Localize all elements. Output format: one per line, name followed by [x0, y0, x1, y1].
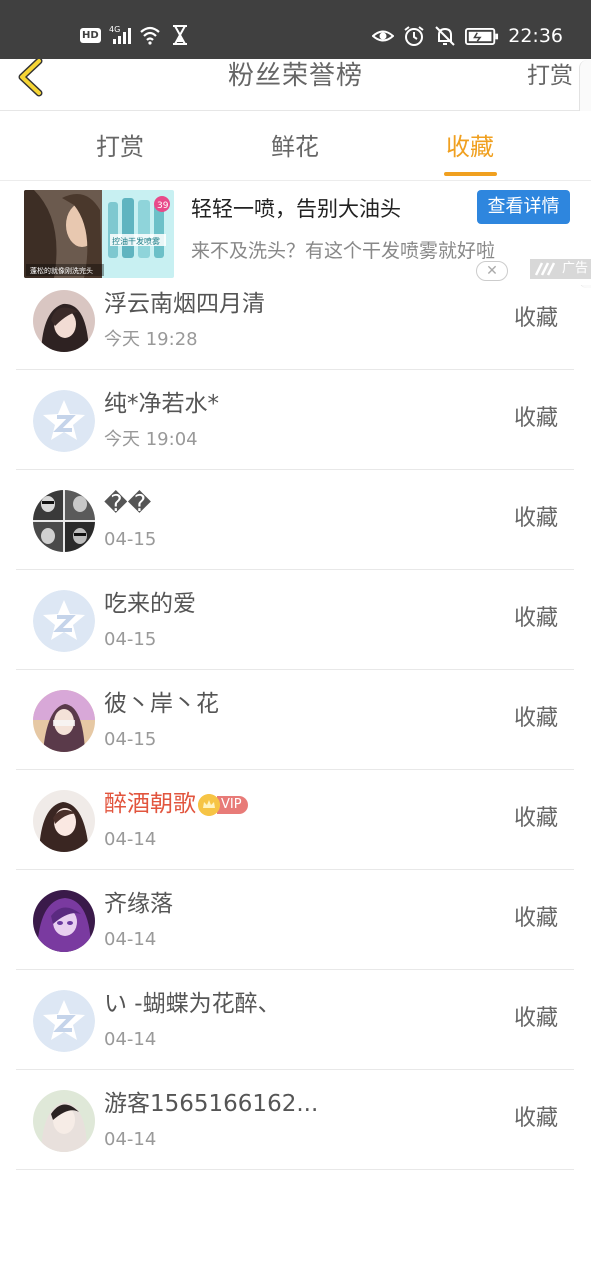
status-bar: HD 4G 22:36: [0, 0, 591, 59]
user-name: ��: [104, 491, 152, 517]
alarm-icon: [404, 26, 424, 46]
action-label: 收藏: [513, 506, 558, 531]
mute-icon: [435, 26, 455, 46]
ad-image-art: 39 控油干发喷雾 蓬松的就像刚洗完头: [24, 190, 174, 278]
svg-text:4G: 4G: [109, 25, 120, 34]
timestamp: 04-15: [104, 529, 157, 550]
tab-flowers[interactable]: 鲜花: [235, 131, 355, 163]
svg-text:控油干发喷雾: 控油干发喷雾: [112, 236, 160, 246]
tab-bar: 打赏 鲜花 收藏: [0, 111, 591, 181]
user-name: 齐缘落: [104, 891, 173, 917]
list-item[interactable]: 游客1565166162... 04-14 收藏: [16, 1070, 574, 1170]
tab-active-indicator: [444, 172, 497, 176]
list-item[interactable]: い -蝴蝶为花醉、 04-14 收藏: [16, 970, 574, 1070]
list-item[interactable]: �� 04-15 收藏: [16, 470, 574, 570]
avatar-photo: [33, 690, 95, 752]
action-label: 收藏: [513, 1006, 558, 1031]
timestamp: 04-14: [104, 1029, 157, 1050]
action-label: 收藏: [513, 406, 558, 431]
hourglass-icon: [172, 25, 187, 45]
action-label: 收藏: [513, 306, 558, 331]
timestamp: 今天 19:04: [104, 429, 198, 450]
timestamp: 04-15: [104, 629, 157, 650]
timestamp: 今天 19:28: [104, 329, 198, 350]
timestamp: 04-14: [104, 829, 157, 850]
timestamp: 04-14: [104, 929, 157, 950]
ad-subtitle[interactable]: 来不及洗头？有这个干发喷雾就好啦: [191, 238, 495, 264]
header: 粉丝荣誉榜 打赏: [0, 59, 591, 111]
page-title: 粉丝荣誉榜: [227, 61, 363, 91]
signal-4g-icon: 4G: [109, 25, 131, 44]
user-name: 游客1565166162...: [104, 1091, 319, 1117]
user-name: 醉酒朝歌 VIP: [104, 786, 248, 822]
default-avatar-icon: [33, 990, 95, 1052]
user-name: 吃来的爱: [104, 591, 196, 617]
avatar[interactable]: [33, 490, 95, 552]
wifi-icon: [139, 26, 160, 45]
vip-label: VIP: [217, 795, 248, 814]
user-name: い -蝴蝶为花醉、: [104, 991, 281, 1017]
avatar[interactable]: [33, 1090, 95, 1152]
favorites-list: 浮云南烟四月清 今天 19:28 收藏 纯*净若水* 今天 19:04 收藏 �…: [16, 270, 574, 1170]
svg-text:39: 39: [157, 201, 169, 211]
ad-image[interactable]: 39 控油干发喷雾 蓬松的就像刚洗完头: [24, 190, 174, 278]
action-label: 收藏: [513, 606, 558, 631]
crown-icon: [198, 793, 220, 816]
action-label: 收藏: [513, 806, 558, 831]
avatar[interactable]: [33, 290, 95, 352]
avatar[interactable]: [33, 590, 95, 652]
list-item[interactable]: 彼丶岸丶花 04-15 收藏: [16, 670, 574, 770]
user-name: 浮云南烟四月清: [104, 291, 265, 317]
action-label: 收藏: [513, 706, 558, 731]
avatar-photo: [33, 290, 95, 352]
list-item[interactable]: 吃来的爱 04-15 收藏: [16, 570, 574, 670]
user-name: 纯*净若水*: [104, 391, 219, 417]
vip-badge: VIP: [198, 793, 248, 816]
action-label: 收藏: [513, 1106, 558, 1131]
eye-icon: [372, 30, 395, 42]
list-item[interactable]: 浮云南烟四月清 今天 19:28 收藏: [16, 270, 574, 370]
list-item[interactable]: 醉酒朝歌 VIP 04-14 收藏: [16, 770, 574, 870]
user-name: 彼丶岸丶花: [104, 691, 219, 717]
status-time: 22:36: [508, 25, 563, 47]
hd-icon: HD: [80, 27, 101, 43]
list-item[interactable]: 齐缘落 04-14 收藏: [16, 870, 574, 970]
avatar-photo: [33, 790, 95, 852]
battery-icon: [465, 27, 499, 45]
timestamp: 04-14: [104, 1129, 157, 1150]
action-label: 收藏: [513, 906, 558, 931]
avatar[interactable]: [33, 390, 95, 452]
avatar[interactable]: [33, 890, 95, 952]
timestamp: 04-15: [104, 729, 157, 750]
ad-title[interactable]: 轻轻一喷，告别大油头: [191, 195, 401, 223]
default-avatar-icon: [33, 590, 95, 652]
avatar[interactable]: [33, 990, 95, 1052]
avatar-photo: [33, 890, 95, 952]
tab-reward[interactable]: 打赏: [60, 131, 180, 163]
user-name-text: 醉酒朝歌: [104, 791, 196, 817]
status-left-icons: HD 4G: [80, 24, 191, 46]
default-avatar-icon: [33, 390, 95, 452]
avatar[interactable]: [33, 690, 95, 752]
avatar[interactable]: [33, 790, 95, 852]
avatar-photo: [33, 1090, 95, 1152]
avatar-photo: [33, 490, 95, 552]
list-item[interactable]: 纯*净若水* 今天 19:04 收藏: [16, 370, 574, 470]
status-right-icons: 22:36: [372, 24, 563, 48]
header-reward-button[interactable]: 打赏: [527, 59, 573, 93]
tab-favorites[interactable]: 收藏: [410, 131, 530, 163]
ad-details-button[interactable]: 查看详情: [477, 190, 570, 224]
